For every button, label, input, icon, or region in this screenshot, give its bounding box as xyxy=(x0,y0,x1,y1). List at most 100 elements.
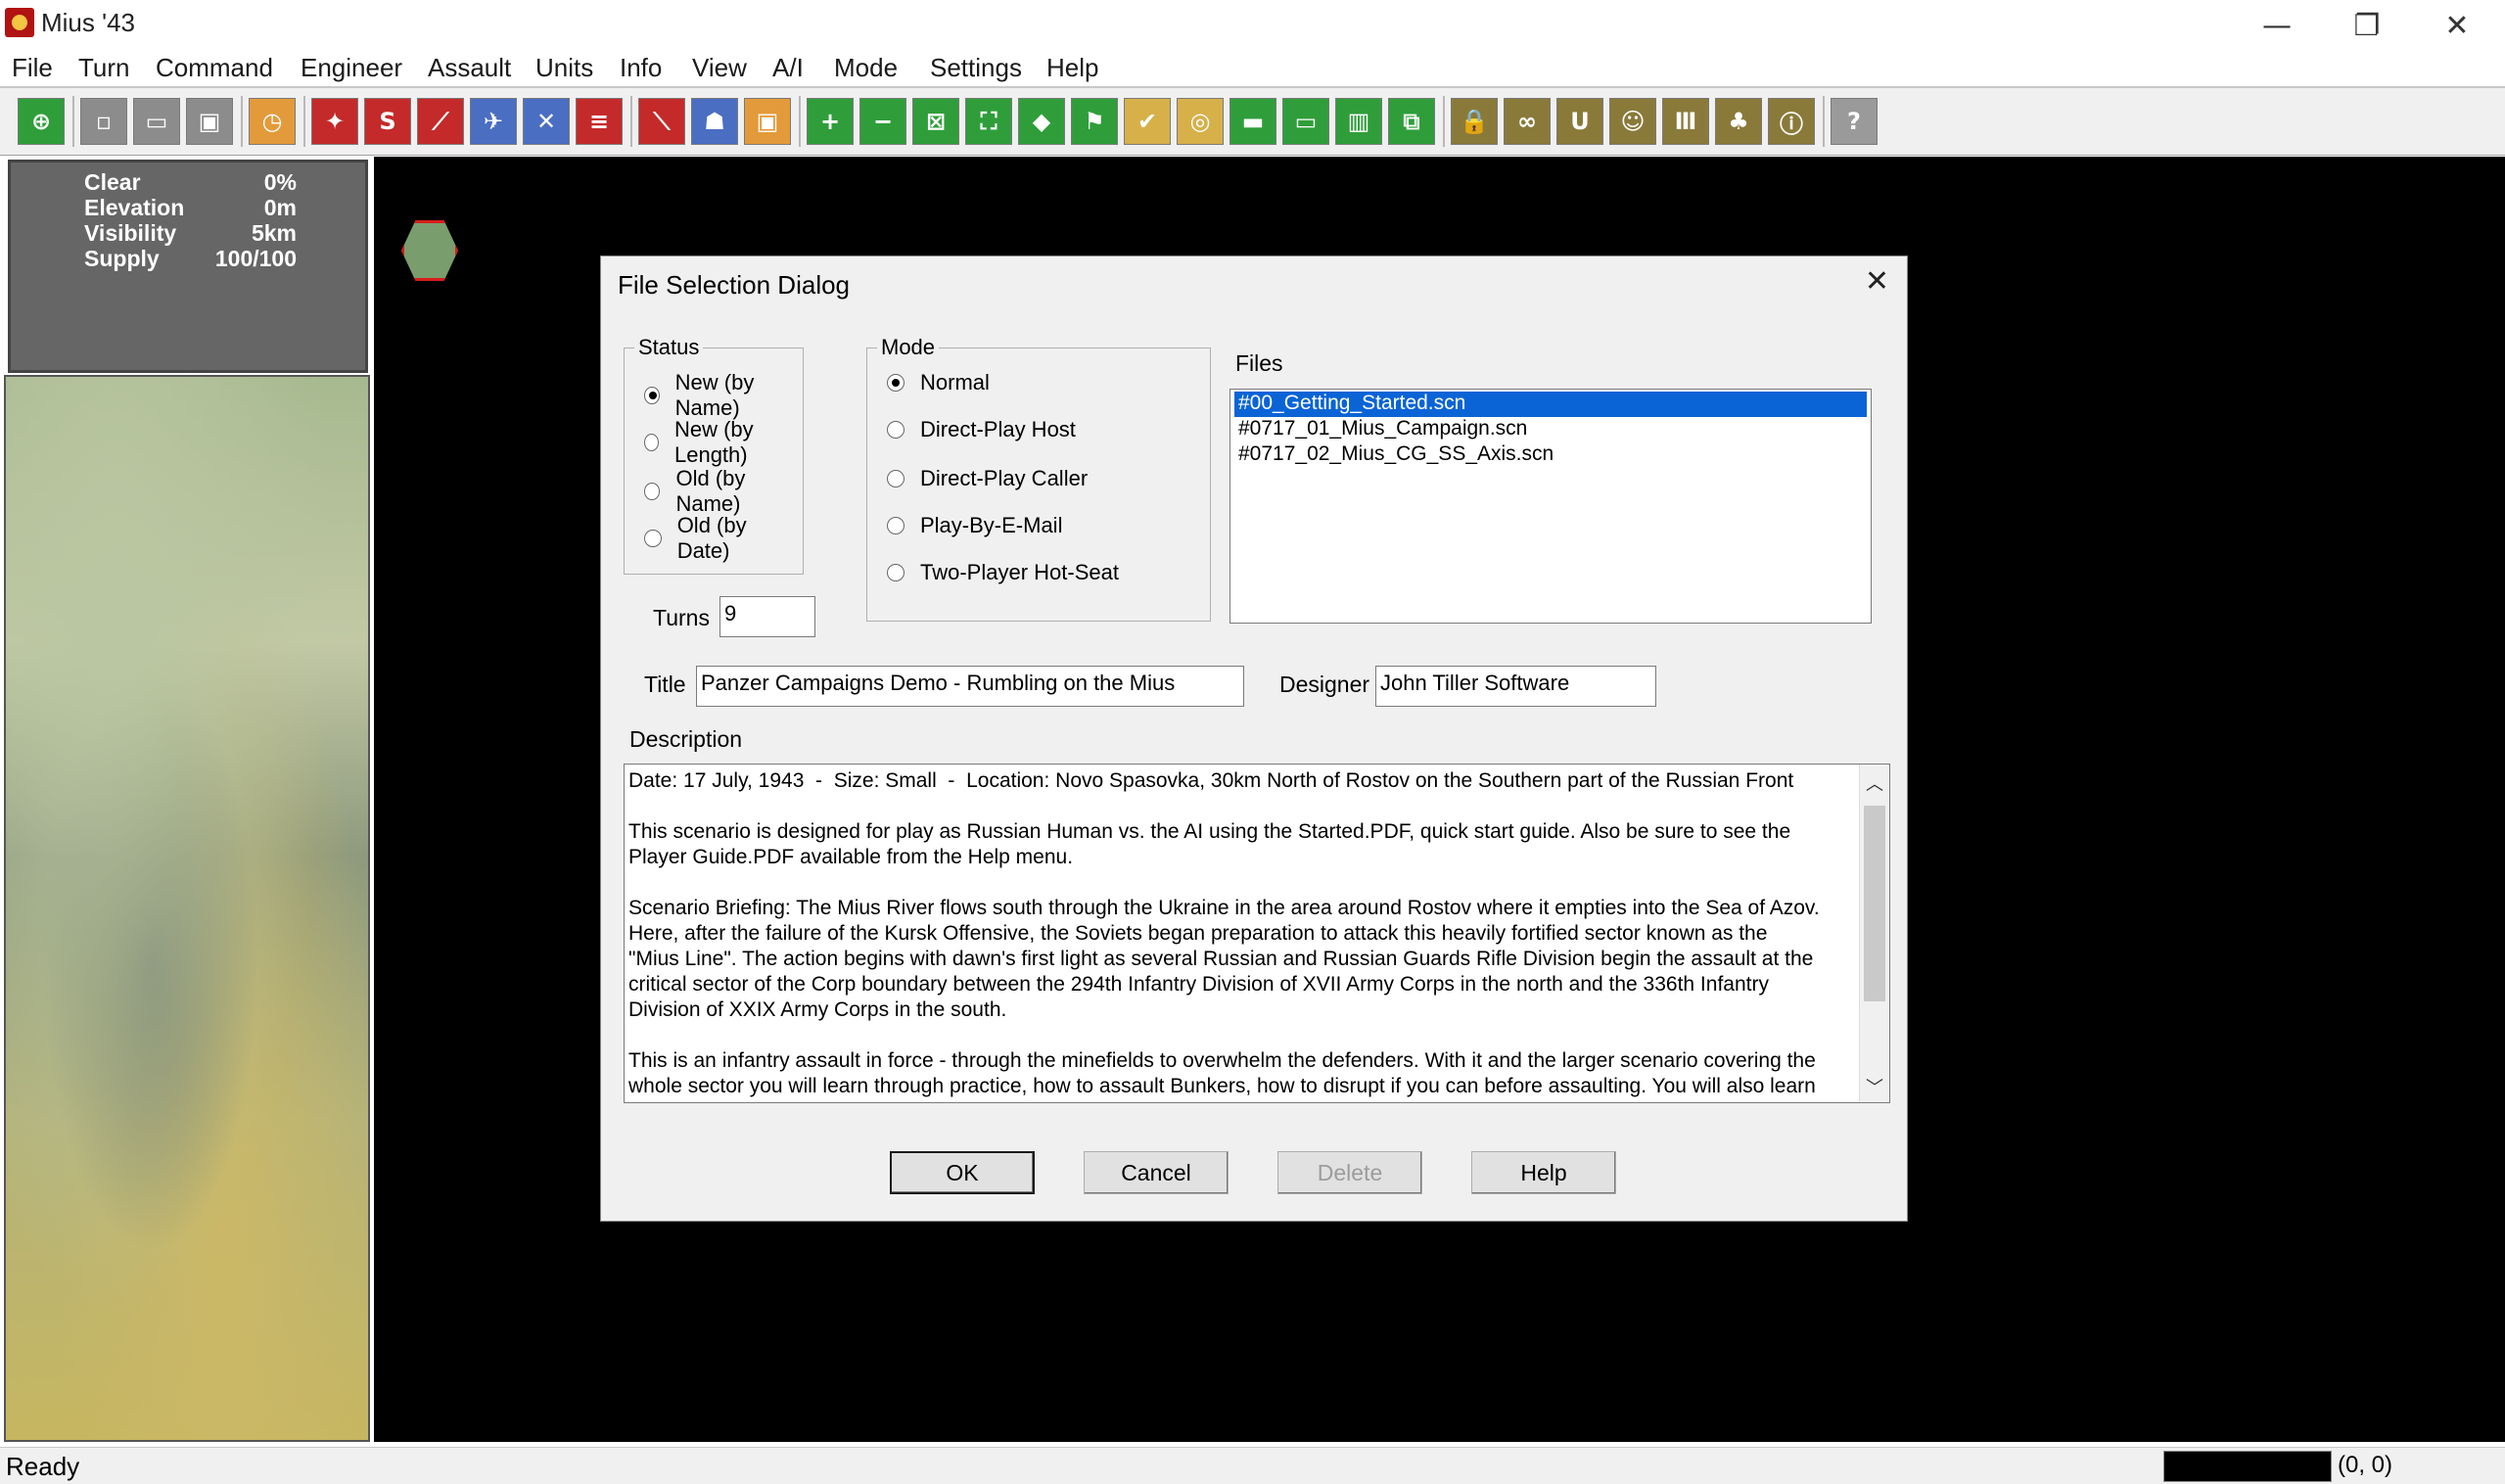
restore-button[interactable]: ❐ xyxy=(2322,0,2412,51)
info-value-supply: 100/100 xyxy=(214,246,297,271)
mode-group: Mode Normal Direct-Play Host Direct-Play… xyxy=(866,335,1211,622)
chevron-up-icon[interactable]: ︿ xyxy=(1860,770,1889,796)
menu-bar: File Turn Command Engineer Assault Units… xyxy=(0,51,2505,88)
save-icon[interactable]: ▣ xyxy=(186,98,233,145)
mode-option-play-by-email[interactable]: Play-By-E-Mail xyxy=(887,513,1062,538)
zoom-out-icon[interactable]: − xyxy=(859,98,906,145)
new-file-icon[interactable]: ▫ xyxy=(80,98,127,145)
toolbar-separator xyxy=(303,96,305,147)
title-field[interactable]: Panzer Campaigns Demo - Rumbling on the … xyxy=(696,666,1244,707)
radio-icon[interactable] xyxy=(887,374,905,392)
artillery-icon[interactable]: ⟋ xyxy=(417,98,464,145)
portrait-icon[interactable]: ▣ xyxy=(744,98,791,145)
info-label-elevation: Elevation xyxy=(84,195,185,220)
close-window-button[interactable]: ✕ xyxy=(2412,0,2502,51)
radio-icon[interactable] xyxy=(644,530,662,547)
binoculars-icon[interactable]: ∞ xyxy=(1504,98,1551,145)
minimize-button[interactable]: — xyxy=(2232,0,2322,51)
menu-settings[interactable]: Settings xyxy=(930,53,1022,83)
designer-label: Designer xyxy=(1279,672,1370,697)
grid-icon[interactable]: ⊠ xyxy=(912,98,959,145)
bars-icon[interactable]: Ⅲ xyxy=(1662,98,1709,145)
radio-icon[interactable] xyxy=(887,470,905,487)
status-option-old-name[interactable]: Old (by Name) xyxy=(644,466,803,517)
mode-legend: Mode xyxy=(877,335,940,360)
menu-file[interactable]: File xyxy=(12,53,53,83)
line-icon[interactable]: ⟍ xyxy=(638,98,685,145)
face-icon[interactable]: ☺ xyxy=(1609,98,1656,145)
progress-indicator xyxy=(2163,1451,2332,1482)
description-box[interactable]: Date: 17 July, 1943 - Size: Small - Loca… xyxy=(624,764,1890,1103)
file-item[interactable]: #00_Getting_Started.scn xyxy=(1234,392,1867,417)
menu-engineer[interactable]: Engineer xyxy=(301,53,402,83)
clock-icon[interactable]: ◷ xyxy=(249,98,296,145)
file-item[interactable]: #0717_02_Mius_CG_SS_Axis.scn xyxy=(1234,442,1867,468)
menu-assault[interactable]: Assault xyxy=(428,53,511,83)
status-option-old-date[interactable]: Old (by Date) xyxy=(644,513,803,564)
chevron-down-icon[interactable]: ﹀ xyxy=(1860,1074,1889,1099)
check-icon[interactable]: ✔ xyxy=(1124,98,1171,145)
description-text: Date: 17 July, 1943 - Size: Small - Loca… xyxy=(628,769,1820,1097)
info-icon[interactable]: ⓘ xyxy=(1768,98,1815,145)
menu-info[interactable]: Info xyxy=(620,53,662,83)
cancel-button[interactable]: Cancel xyxy=(1084,1151,1229,1194)
turns-field[interactable]: 9 xyxy=(719,596,815,637)
hierarchy-icon[interactable]: ♣ xyxy=(1715,98,1762,145)
menu-units[interactable]: Units xyxy=(535,53,593,83)
s-icon[interactable]: S xyxy=(364,98,411,145)
radio-icon[interactable] xyxy=(644,387,660,404)
help-button[interactable]: Help xyxy=(1471,1151,1616,1194)
radio-icon[interactable] xyxy=(644,483,661,500)
menu-help[interactable]: Help xyxy=(1046,53,1098,83)
unit-up-icon[interactable]: ✦ xyxy=(311,98,358,145)
info-label-supply: Supply xyxy=(84,246,160,271)
file-item[interactable]: #0717_01_Mius_Campaign.scn xyxy=(1234,417,1867,442)
soldier-icon[interactable]: ☗ xyxy=(691,98,738,145)
monitor-icon[interactable]: ▭ xyxy=(1282,98,1329,145)
description-label: Description xyxy=(629,726,743,752)
menu-view[interactable]: View xyxy=(692,53,747,83)
target-icon[interactable]: ⊕ xyxy=(18,98,65,145)
mode-option-direct-play-caller[interactable]: Direct-Play Caller xyxy=(887,466,1088,491)
mode-option-hot-seat[interactable]: Two-Player Hot-Seat xyxy=(887,560,1119,585)
list-icon[interactable]: ≡ xyxy=(576,98,623,145)
help-icon[interactable]: ? xyxy=(1831,98,1878,145)
radio-icon[interactable] xyxy=(887,564,905,581)
status-option-new-name[interactable]: New (by Name) xyxy=(644,370,803,421)
zoom-in-icon[interactable]: + xyxy=(807,98,854,145)
designer-field[interactable]: John Tiller Software xyxy=(1375,666,1656,707)
coin-icon[interactable]: ◎ xyxy=(1177,98,1224,145)
lock-icon[interactable]: 🔒 xyxy=(1451,98,1498,145)
windows-icon[interactable]: ⧉ xyxy=(1388,98,1435,145)
terrain-icon[interactable]: ▬ xyxy=(1229,98,1276,145)
map-icon[interactable]: ▥ xyxy=(1335,98,1382,145)
radio-icon[interactable] xyxy=(644,434,659,451)
ok-button[interactable]: OK xyxy=(890,1151,1035,1194)
fighter-icon[interactable]: ✕ xyxy=(523,98,570,145)
menu-mode[interactable]: Mode xyxy=(834,53,898,83)
info-value-clear: 0% xyxy=(263,169,297,195)
radio-icon[interactable] xyxy=(887,421,905,439)
scroll-thumb[interactable] xyxy=(1864,806,1885,1001)
dialog-title: File Selection Dialog xyxy=(618,270,851,300)
close-icon[interactable]: ✕ xyxy=(1865,264,1889,299)
diamond-icon[interactable]: ◆ xyxy=(1018,98,1065,145)
frame-icon[interactable]: ⛶ xyxy=(965,98,1012,145)
aircraft-icon[interactable]: ✈ xyxy=(470,98,517,145)
u-icon[interactable]: U xyxy=(1556,98,1603,145)
files-list[interactable]: #00_Getting_Started.scn #0717_01_Mius_Ca… xyxy=(1229,389,1872,624)
status-option-new-length[interactable]: New (by Length) xyxy=(644,417,803,468)
menu-turn[interactable]: Turn xyxy=(78,53,130,83)
delete-button[interactable]: Delete xyxy=(1277,1151,1422,1194)
menu-ai[interactable]: A/I xyxy=(772,53,804,83)
menu-command[interactable]: Command xyxy=(156,53,273,83)
files-label: Files xyxy=(1235,350,1283,376)
toolbar-separator xyxy=(1443,96,1445,147)
mode-option-normal[interactable]: Normal xyxy=(887,370,990,395)
mode-option-direct-play-host[interactable]: Direct-Play Host xyxy=(887,417,1076,442)
hex-info-panel: Clear 0% Elevation 0m Visibility 5km Sup… xyxy=(8,160,368,373)
open-folder-icon[interactable]: ▭ xyxy=(133,98,180,145)
radio-icon[interactable] xyxy=(887,517,905,534)
flag-icon[interactable]: ⚑ xyxy=(1071,98,1118,145)
description-scrollbar[interactable]: ︿ ﹀ xyxy=(1859,765,1889,1102)
